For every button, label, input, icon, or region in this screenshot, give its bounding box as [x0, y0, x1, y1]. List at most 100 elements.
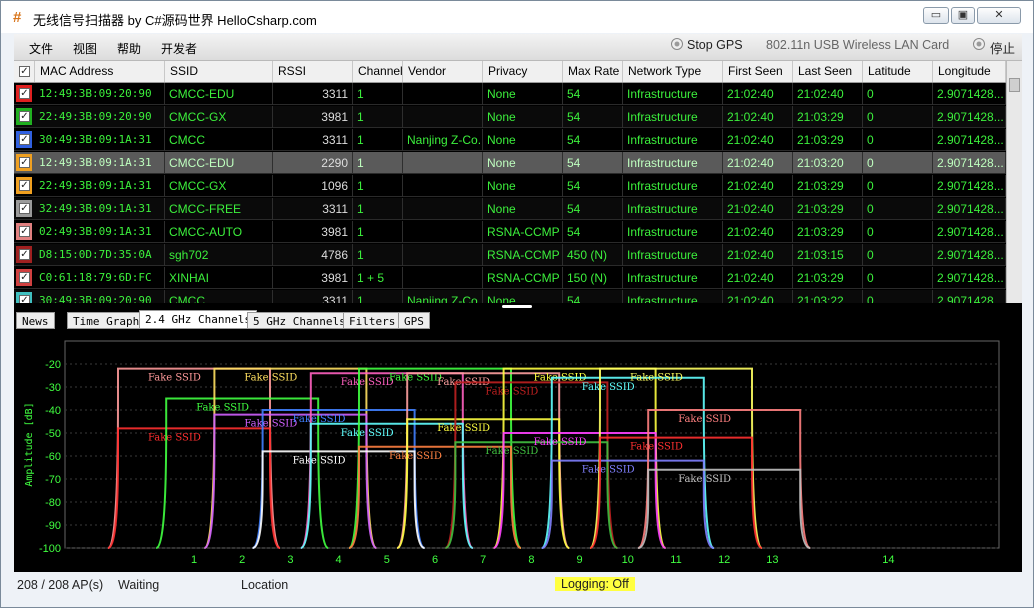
- x-tick-label: 10: [622, 554, 634, 566]
- select-all-checkbox[interactable]: ✓: [14, 61, 35, 82]
- col-mac-header[interactable]: MAC Address: [35, 61, 165, 82]
- tab-news[interactable]: News: [16, 312, 55, 329]
- col-maxrate-cell: 54: [563, 152, 623, 174]
- col-firstseen-header[interactable]: First Seen: [723, 61, 793, 82]
- ssid-label: Fake SSID: [293, 455, 346, 466]
- col-maxrate-header[interactable]: Max Rate: [563, 61, 623, 82]
- ssid-label: Fake SSID: [678, 474, 731, 485]
- col-firstseen-cell: 21:02:40: [723, 83, 793, 105]
- stop-radio[interactable]: [973, 38, 985, 50]
- col-vendor-cell: [403, 221, 483, 243]
- menu-help[interactable]: 帮助: [117, 40, 141, 57]
- stop-label[interactable]: 停止: [990, 38, 1015, 57]
- row-checkbox[interactable]: ✓: [16, 269, 32, 286]
- table-row[interactable]: ✓ 12:49:3B:09:20:90 CMCC-EDU 3311 1 None 54 Inf…: [14, 83, 1006, 105]
- ssid-label: Fake SSID: [341, 428, 394, 439]
- x-tick-label: 6: [432, 554, 438, 566]
- col-firstseen-cell: 21:02:40: [723, 221, 793, 243]
- col-longitude-cell: 2.9071428...: [933, 221, 1006, 243]
- col-networktype-header[interactable]: Network Type: [623, 61, 723, 82]
- col-mac-cell: 32:49:3B:09:1A:31: [35, 198, 165, 220]
- table-row[interactable]: ✓ 30:49:3B:09:20:90 CMCC 3311 1 Nanjing Z-Co.…: [14, 290, 1006, 303]
- x-tick-label: 12: [718, 554, 730, 566]
- col-rssi-cell: 3981: [273, 221, 353, 243]
- row-checkbox[interactable]: ✓: [16, 131, 32, 148]
- row-checkbox[interactable]: ✓: [16, 292, 32, 303]
- col-latitude-cell: 0: [863, 106, 933, 128]
- col-vendor-cell: [403, 83, 483, 105]
- table-row[interactable]: ✓ C0:61:18:79:6D:FC XINHAI 3981 1 + 5 RSNA-CC…: [14, 267, 1006, 289]
- col-networktype-cell: Infrastructure: [623, 221, 723, 243]
- col-rssi-cell: 3981: [273, 267, 353, 289]
- window-title: 无线信号扫描器 by C#源码世界 HelloCsharp.com: [33, 13, 317, 28]
- col-latitude-header[interactable]: Latitude: [863, 61, 933, 82]
- col-privacy-cell: None: [483, 175, 563, 197]
- col-lastseen-cell: 21:03:29: [793, 175, 863, 197]
- ssid-label: Fake SSID: [630, 442, 683, 453]
- x-tick-label: 1: [191, 554, 197, 566]
- ssid-label: Fake SSID: [341, 377, 394, 388]
- channel-chart-svg: -20 -30 -40 -50 -60 -70 -80 -90 -100 Amplitude [d…: [24, 340, 1000, 566]
- x-tick-label: 14: [882, 554, 894, 566]
- tab-gps[interactable]: GPS: [398, 312, 430, 329]
- tab-5-ghz-channels[interactable]: 5 GHz Channels: [247, 312, 352, 329]
- row-checkbox[interactable]: ✓: [16, 200, 32, 217]
- col-lastseen-cell: 21:03:29: [793, 221, 863, 243]
- table-row[interactable]: ✓ 02:49:3B:09:1A:31 CMCC-AUTO 3981 1 RSNA-CCM…: [14, 221, 1006, 243]
- restore-button[interactable]: ▣: [951, 7, 975, 24]
- x-tick-label: 13: [766, 554, 778, 566]
- col-latitude-cell: 0: [863, 152, 933, 174]
- col-channel-cell: 1: [353, 221, 403, 243]
- stop-gps-radio[interactable]: [671, 38, 683, 50]
- channel-chart: -20 -30 -40 -50 -60 -70 -80 -90 -100 Amplitude [d…: [14, 329, 1022, 572]
- col-vendor-header[interactable]: Vendor: [403, 61, 483, 82]
- row-checkbox[interactable]: ✓: [16, 154, 32, 171]
- tab-time-graph[interactable]: Time Graph: [67, 312, 146, 329]
- col-firstseen-cell: 21:02:40: [723, 152, 793, 174]
- table-row[interactable]: ✓ 30:49:3B:09:1A:31 CMCC 3311 1 Nanjing Z-Co.…: [14, 129, 1006, 151]
- table-scrollbar[interactable]: [1006, 61, 1022, 303]
- col-lastseen-cell: 21:03:29: [793, 129, 863, 151]
- table-row[interactable]: ✓ 12:49:3B:09:1A:31 CMCC-EDU 2290 1 None 54 Inf…: [14, 152, 1006, 174]
- col-channel-cell: 1: [353, 244, 403, 266]
- table-row[interactable]: ✓ 32:49:3B:09:1A:31 CMCC-FREE 3311 1 None 54 In…: [14, 198, 1006, 220]
- ssid-label: Fake SSID: [678, 414, 731, 425]
- menu-file[interactable]: 文件: [29, 40, 53, 57]
- row-checkbox[interactable]: ✓: [16, 177, 32, 194]
- table-row[interactable]: ✓ D8:15:0D:7D:35:0A sgh702 4786 1 RSNA-CCMP 45…: [14, 244, 1006, 266]
- col-privacy-cell: None: [483, 290, 563, 303]
- menu-view[interactable]: 视图: [73, 40, 97, 57]
- y-axis-label: Amplitude [dB]: [24, 402, 35, 486]
- col-lastseen-cell: 21:03:29: [793, 267, 863, 289]
- col-mac-cell: 12:49:3B:09:20:90: [35, 83, 165, 105]
- stop-gps-label[interactable]: Stop GPS: [687, 38, 743, 52]
- row-checkbox[interactable]: ✓: [16, 223, 32, 240]
- minimize-button[interactable]: ▭: [923, 7, 949, 24]
- hash-icon: #: [13, 9, 22, 26]
- row-checkbox[interactable]: ✓: [16, 108, 32, 125]
- col-channel-cell: 1: [353, 175, 403, 197]
- col-networktype-cell: Infrastructure: [623, 198, 723, 220]
- row-checkbox[interactable]: ✓: [16, 85, 32, 102]
- col-firstseen-cell: 21:02:40: [723, 244, 793, 266]
- menu-developer[interactable]: 开发者: [161, 40, 197, 57]
- row-checkbox[interactable]: ✓: [16, 246, 32, 263]
- col-privacy-header[interactable]: Privacy: [483, 61, 563, 82]
- table-row[interactable]: ✓ 22:49:3B:09:1A:31 CMCC-GX 1096 1 None 54 Infr…: [14, 175, 1006, 197]
- col-lastseen-header[interactable]: Last Seen: [793, 61, 863, 82]
- x-tick-label: 11: [670, 554, 681, 566]
- col-channel-header[interactable]: Channel: [353, 61, 403, 82]
- col-rssi-header[interactable]: RSSI: [273, 61, 353, 82]
- table-row[interactable]: ✓ 22:49:3B:09:20:90 CMCC-GX 3981 1 None 54 Infr…: [14, 106, 1006, 128]
- tab-filters[interactable]: Filters: [343, 312, 402, 329]
- close-button[interactable]: ✕: [977, 7, 1021, 24]
- tab-2-4-ghz-channels[interactable]: 2.4 GHz Channels: [139, 310, 257, 329]
- col-rssi-cell: 2290: [273, 152, 353, 174]
- col-privacy-cell: None: [483, 198, 563, 220]
- col-ssid-header[interactable]: SSID: [165, 61, 273, 82]
- col-ssid-cell: CMCC-AUTO: [165, 221, 273, 243]
- col-ssid-cell: CMCC-GX: [165, 106, 273, 128]
- col-longitude-header[interactable]: Longitude: [933, 61, 1006, 82]
- col-vendor-cell: [403, 175, 483, 197]
- y-tick-label: -80: [45, 497, 61, 509]
